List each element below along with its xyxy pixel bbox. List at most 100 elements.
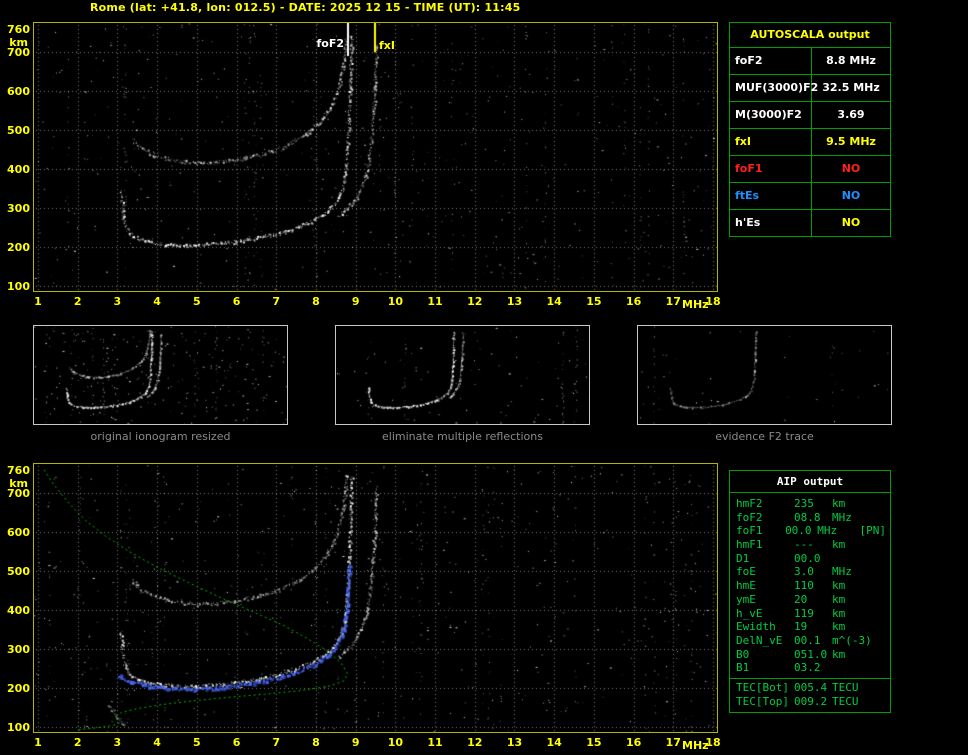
- aip-value: 119: [794, 606, 814, 620]
- y-tick-label: 600: [7, 526, 30, 540]
- page-title: Rome (lat: +41.8, lon: 012.5) - DATE: 20…: [90, 1, 521, 14]
- thumbnail-original-canvas: [34, 326, 287, 424]
- aip-name: h_vE: [736, 606, 763, 620]
- x-tick-label: 1: [34, 295, 42, 308]
- aip-value: 08.8: [794, 510, 821, 524]
- thumbnail-caption-original: original ionogram resized: [90, 430, 231, 443]
- parameter-name: MUF(3000)F2: [730, 75, 818, 101]
- aip-value: 00.0: [794, 551, 821, 565]
- thumbnail-multiple-reflections-canvas: [336, 326, 589, 424]
- aip-row: DelN_vE 00.1 m^(-3): [730, 634, 890, 648]
- y-tick-label: 200: [7, 240, 30, 254]
- parameter-value: 8.8 MHz: [826, 54, 876, 67]
- aip-name: hmF2: [736, 497, 763, 510]
- aip-value: 00.1: [794, 633, 821, 647]
- aip-extra: [886, 593, 890, 607]
- x-tick-label: 7: [272, 736, 281, 749]
- x-tick-label: 3: [113, 295, 122, 308]
- profile-ionogram-panel: [33, 463, 718, 733]
- aip-unit: TECU: [832, 680, 859, 694]
- aip-unit: MHz: [832, 510, 852, 524]
- x-tick-label: 6: [232, 736, 241, 749]
- aip-name: TEC[Top]: [736, 694, 789, 708]
- autoscala-row: foF1 NO: [730, 156, 890, 183]
- aip-unit: km: [832, 538, 846, 552]
- x-tick-label: 8: [312, 736, 320, 749]
- aip-unit: km: [832, 606, 846, 620]
- parameter-value: NO: [841, 189, 861, 202]
- x-tick-label: 7: [272, 295, 281, 308]
- aip-name: D1: [736, 551, 750, 565]
- aip-value: 051.0: [794, 647, 828, 661]
- x-tick-label: 4: [153, 736, 161, 749]
- y-axis-unit: km: [9, 477, 28, 490]
- aip-value: 00.0: [785, 524, 812, 538]
- x-tick-label: 4: [153, 295, 161, 308]
- y-tick-label: 760: [7, 463, 30, 477]
- aip-unit: km: [832, 579, 846, 593]
- aip-row: B0 051.0 km: [730, 648, 890, 662]
- aip-name: ymE: [736, 592, 756, 606]
- thumbnail-f2-trace: [637, 325, 892, 425]
- x-tick-label: 12: [467, 736, 483, 749]
- x-tick-label: 13: [506, 736, 523, 749]
- aip-value: 235: [794, 497, 814, 510]
- parameter-name: ftEs: [730, 183, 812, 209]
- x-tick-label: 15: [586, 736, 602, 749]
- aip-unit: km: [832, 497, 846, 510]
- x-tick-label: 10: [387, 295, 403, 308]
- y-tick-label: 400: [7, 604, 30, 618]
- thumbnail-caption-reflections: eliminate multiple reflections: [382, 430, 543, 443]
- thumbnail-f2-trace-canvas: [638, 326, 891, 424]
- aip-extra: [886, 607, 890, 621]
- aip-unit: km: [832, 620, 846, 634]
- aip-value: 110: [794, 579, 814, 593]
- parameter-value: 3.69: [837, 108, 865, 121]
- y-tick-label: 600: [7, 85, 30, 99]
- x-tick-label: 15: [586, 295, 602, 308]
- aip-extra: [886, 620, 890, 634]
- aip-name: foF1: [736, 524, 763, 538]
- aip-extra: [886, 552, 890, 566]
- parameter-name: foF1: [730, 156, 812, 182]
- x-tick-label: 2: [73, 736, 82, 749]
- aip-extra: [886, 579, 890, 593]
- aip-unit: [832, 552, 882, 566]
- aip-row: h_vE 119 km: [730, 607, 890, 621]
- aip-value: 03.2: [794, 661, 821, 675]
- x-tick-label: 11: [427, 736, 443, 749]
- fxi-marker-label: fxI: [379, 39, 395, 52]
- parameter-name: fxI: [730, 129, 812, 155]
- autoscala-table-header: AUTOSCALA output: [730, 23, 890, 48]
- x-tick-label: 3: [113, 736, 122, 749]
- parameter-name: foF2: [730, 48, 812, 74]
- aip-row: hmF2 235 km: [730, 497, 890, 511]
- y-tick-label: 100: [7, 279, 30, 293]
- x-tick-label: 13: [506, 295, 523, 308]
- aip-name: DelN_vE: [736, 633, 783, 647]
- aip-row: ymE 20 km: [730, 593, 890, 607]
- autoscala-row: MUF(3000)F2 32.5 MHz: [730, 75, 890, 102]
- tec-separator: [730, 677, 890, 679]
- aip-table-rows: hmF2 235 km foF2 08.8 MHz foF1 00.0 MHz [PN] hmF1-…: [730, 497, 890, 708]
- aip-row: foF1 00.0 MHz [PN]: [730, 524, 890, 538]
- parameter-value: 32.5 MHz: [822, 81, 880, 94]
- aip-extra: [886, 634, 890, 648]
- autoscala-screen: Rome (lat: +41.8, lon: 012.5) - DATE: 20…: [0, 0, 968, 755]
- autoscala-row: foF2 8.8 MHz: [730, 48, 890, 75]
- y-tick-label: 400: [7, 163, 30, 177]
- y-tick-label: 500: [7, 124, 30, 138]
- aip-row: foE 3.0 MHz: [730, 565, 890, 579]
- aip-row: Ewidth 19 km: [730, 620, 890, 634]
- x-tick-label: 2: [73, 295, 82, 308]
- y-tick-label: 100: [7, 720, 30, 734]
- profile-ionogram-canvas: [34, 464, 717, 732]
- aip-unit: [832, 661, 882, 675]
- aip-table-header: AIP output: [730, 471, 890, 493]
- thumbnail-caption-f2: evidence F2 trace: [715, 430, 814, 443]
- aip-row: D1 00.0: [730, 552, 890, 566]
- aip-extra: [886, 695, 890, 709]
- aip-row: TEC[Bot] 005.4 TECU: [730, 681, 890, 695]
- aip-unit: m^(-3): [832, 633, 872, 647]
- aip-row: TEC[Top] 009.2 TECU: [730, 695, 890, 709]
